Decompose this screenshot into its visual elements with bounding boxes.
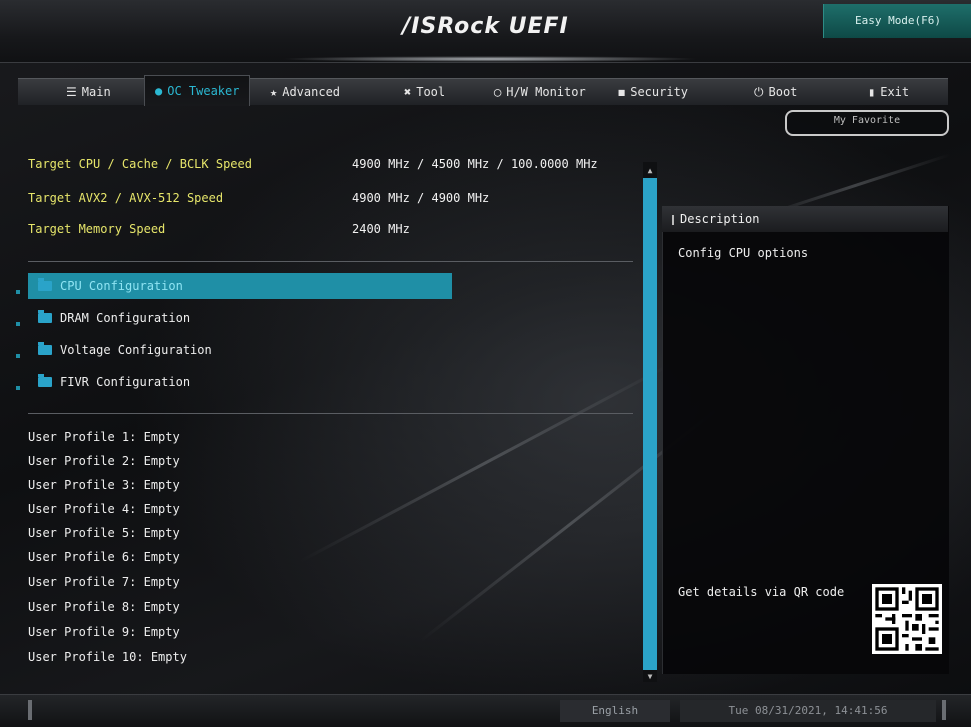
tab-tool[interactable]: ✖ Tool <box>404 79 445 105</box>
info-value-memory-speed: 2400 MHz <box>352 222 410 236</box>
menu-bullet <box>16 322 20 326</box>
bottom-edge-marker <box>28 700 32 720</box>
tab-label: Advanced <box>282 85 341 99</box>
scrollbar-thumb[interactable] <box>643 178 657 670</box>
tab-oc-tweaker[interactable]: ● OC Tweaker <box>144 75 251 106</box>
user-profile-item[interactable]: User Profile 5: Empty <box>28 526 180 540</box>
user-profile-item[interactable]: User Profile 1: Empty <box>28 430 180 444</box>
menu-bullet <box>16 354 20 358</box>
info-value-avx-speed: 4900 MHz / 4900 MHz <box>352 191 490 205</box>
info-label-memory-speed: Target Memory Speed <box>28 222 166 236</box>
description-marker <box>672 214 674 225</box>
menu-bullet <box>16 290 20 294</box>
my-favorite-button[interactable]: My Favorite <box>785 110 949 136</box>
exit-icon: ▮ <box>868 85 876 99</box>
user-profile-item[interactable]: User Profile 7: Empty <box>28 575 180 589</box>
tab-security[interactable]: ◼ Security <box>618 79 688 105</box>
tab-label: OC Tweaker <box>167 84 240 98</box>
list-icon: ☰ <box>66 85 77 99</box>
info-label-avx-speed: Target AVX2 / AVX-512 Speed <box>28 191 224 205</box>
menu-item-label: DRAM Configuration <box>60 311 191 325</box>
tab-label: Security <box>630 85 689 99</box>
description-header: Description <box>662 206 948 232</box>
qr-code-label: Get details via QR code <box>678 585 845 599</box>
user-profile-item[interactable]: User Profile 8: Empty <box>28 600 180 614</box>
folder-icon <box>38 278 52 291</box>
user-profile-item[interactable]: User Profile 6: Empty <box>28 550 180 564</box>
menu-item-fivr-configuration[interactable]: FIVR Configuration <box>28 369 452 395</box>
power-icon: ⏻ <box>754 85 764 99</box>
tab-bar: ☰ Main ● OC Tweaker ★ Advanced ✖ Tool ◯ … <box>18 75 948 106</box>
info-value-cpu-speed: 4900 MHz / 4500 MHz / 100.0000 MHz <box>352 157 598 171</box>
menu-item-label: Voltage Configuration <box>60 343 212 357</box>
scroll-down-icon[interactable]: ▼ <box>643 670 657 684</box>
folder-icon <box>38 374 52 387</box>
divider <box>28 261 633 262</box>
shield-icon: ◼ <box>618 85 626 99</box>
menu-item-cpu-configuration[interactable]: CPU Configuration <box>28 273 452 299</box>
tab-label: H/W Monitor <box>506 85 586 99</box>
divider <box>28 413 633 414</box>
star-icon: ★ <box>270 85 278 99</box>
tab-exit[interactable]: ▮ Exit <box>868 79 909 105</box>
user-profile-item[interactable]: User Profile 3: Empty <box>28 478 180 492</box>
flame-icon: ● <box>155 84 163 98</box>
menu-bullet <box>16 386 20 390</box>
folder-icon <box>38 342 52 355</box>
menu-item-label: CPU Configuration <box>60 279 183 293</box>
datetime-display: Tue 08/31/2021, 14:41:56 <box>680 700 936 722</box>
user-profile-item[interactable]: User Profile 2: Empty <box>28 454 180 468</box>
tab-label: Exit <box>880 85 910 99</box>
tools-icon: ✖ <box>404 85 412 99</box>
monitor-icon: ◯ <box>494 85 502 99</box>
tab-boot[interactable]: ⏻ Boot <box>754 79 797 105</box>
user-profile-item[interactable]: User Profile 9: Empty <box>28 625 180 639</box>
scroll-up-icon[interactable]: ▲ <box>643 164 657 178</box>
folder-icon <box>38 310 52 323</box>
qr-code-image <box>872 584 942 654</box>
easy-mode-button[interactable]: Easy Mode(F6) <box>823 4 971 38</box>
tab-label: Tool <box>416 85 446 99</box>
tab-label: Boot <box>768 85 798 99</box>
top-glow <box>280 56 700 62</box>
description-title: Description <box>680 212 760 226</box>
menu-item-label: FIVR Configuration <box>60 375 191 389</box>
menu-item-voltage-configuration[interactable]: Voltage Configuration <box>28 337 452 363</box>
bottom-edge-marker <box>942 700 946 720</box>
tab-advanced[interactable]: ★ Advanced <box>270 79 340 105</box>
user-profile-item[interactable]: User Profile 4: Empty <box>28 502 180 516</box>
top-bar: /ISRock UEFI Easy Mode(F6) <box>0 0 971 63</box>
bios-screen: /ISRock UEFI Easy Mode(F6) ☰ Main ● OC T… <box>0 0 971 727</box>
info-label-cpu-speed: Target CPU / Cache / BCLK Speed <box>28 157 252 171</box>
user-profile-item[interactable]: User Profile 10: Empty <box>28 650 187 664</box>
tab-hw-monitor[interactable]: ◯ H/W Monitor <box>494 79 586 105</box>
menu-item-dram-configuration[interactable]: DRAM Configuration <box>28 305 452 331</box>
language-button[interactable]: English <box>560 700 670 722</box>
tab-main[interactable]: ☰ Main <box>66 79 111 105</box>
tab-label: Main <box>81 85 111 99</box>
description-text: Config CPU options <box>678 246 809 260</box>
